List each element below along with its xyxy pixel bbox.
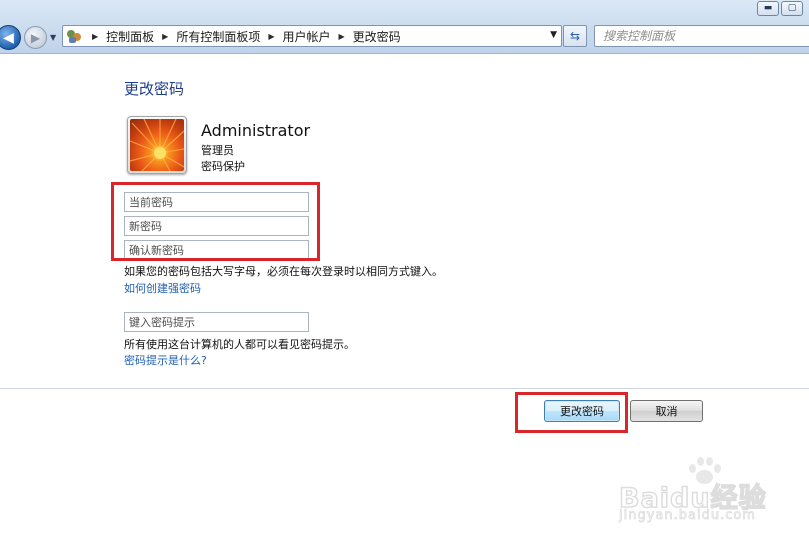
user-protection-status: 密码保护: [201, 160, 245, 173]
minimize-icon: ▬: [763, 3, 773, 13]
user-name: Administrator: [201, 121, 311, 140]
case-sensitivity-note: 如果您的密码包括大写字母，必须在每次登录时以相同方式键入。: [124, 265, 443, 278]
user-role: 管理员: [201, 144, 234, 157]
chevron-right-icon[interactable]: ▶: [92, 32, 98, 41]
search-input[interactable]: [595, 26, 809, 46]
new-password-field[interactable]: [124, 216, 309, 236]
control-panel-icon: [66, 28, 84, 44]
chevron-down-icon[interactable]: ▼: [550, 30, 557, 40]
what-is-hint-link[interactable]: 密码提示是什么?: [124, 352, 207, 368]
current-password-field[interactable]: [124, 192, 309, 212]
address-bar[interactable]: ▶ 控制面板 ▶ 所有控制面板项 ▶ 用户帐户 ▶ 更改密码 ▼: [62, 25, 562, 47]
forward-button[interactable]: ▶: [24, 26, 47, 49]
password-hint-field[interactable]: [124, 312, 309, 332]
breadcrumb-all-items[interactable]: 所有控制面板项: [176, 28, 260, 45]
breadcrumb-user-accounts[interactable]: 用户帐户: [283, 28, 331, 45]
maximize-icon: ▢: [787, 3, 797, 13]
page-title: 更改密码: [124, 80, 185, 98]
chevron-right-icon[interactable]: ▶: [339, 32, 345, 41]
new-password-input[interactable]: [125, 217, 308, 235]
avatar: [127, 116, 187, 174]
password-hint-input[interactable]: [125, 313, 308, 331]
watermark: Baidu经验 jingyan.baidu.com: [618, 456, 769, 526]
maximize-button[interactable]: ▢: [781, 1, 803, 16]
arrow-right-icon: ▶: [30, 30, 41, 45]
divider: [0, 388, 809, 389]
breadcrumb-change-password[interactable]: 更改密码: [353, 28, 401, 45]
strong-password-link[interactable]: 如何创建强密码: [124, 280, 201, 296]
recent-pages-dropdown[interactable]: ▼: [50, 33, 56, 42]
hint-visibility-note: 所有使用这台计算机的人都可以看见密码提示。: [124, 338, 355, 351]
breadcrumb-control-panel[interactable]: 控制面板: [106, 28, 154, 45]
watermark-url: jingyan.baidu.com: [619, 508, 756, 524]
arrow-left-icon: ◀: [3, 29, 14, 46]
confirm-password-field[interactable]: [124, 240, 309, 260]
refresh-button[interactable]: ⇆: [563, 25, 587, 47]
refresh-icon: ⇆: [569, 29, 581, 43]
confirm-password-input[interactable]: [125, 241, 308, 259]
chevron-right-icon[interactable]: ▶: [268, 32, 274, 41]
window-controls: ▬ ▢: [757, 1, 803, 16]
flower-picture: [130, 119, 184, 171]
current-password-input[interactable]: [125, 193, 308, 211]
search-box[interactable]: [594, 25, 809, 47]
cancel-button[interactable]: 取消: [630, 400, 703, 422]
change-password-button[interactable]: 更改密码: [544, 400, 620, 422]
minimize-button[interactable]: ▬: [757, 1, 779, 16]
chevron-right-icon[interactable]: ▶: [162, 32, 168, 41]
